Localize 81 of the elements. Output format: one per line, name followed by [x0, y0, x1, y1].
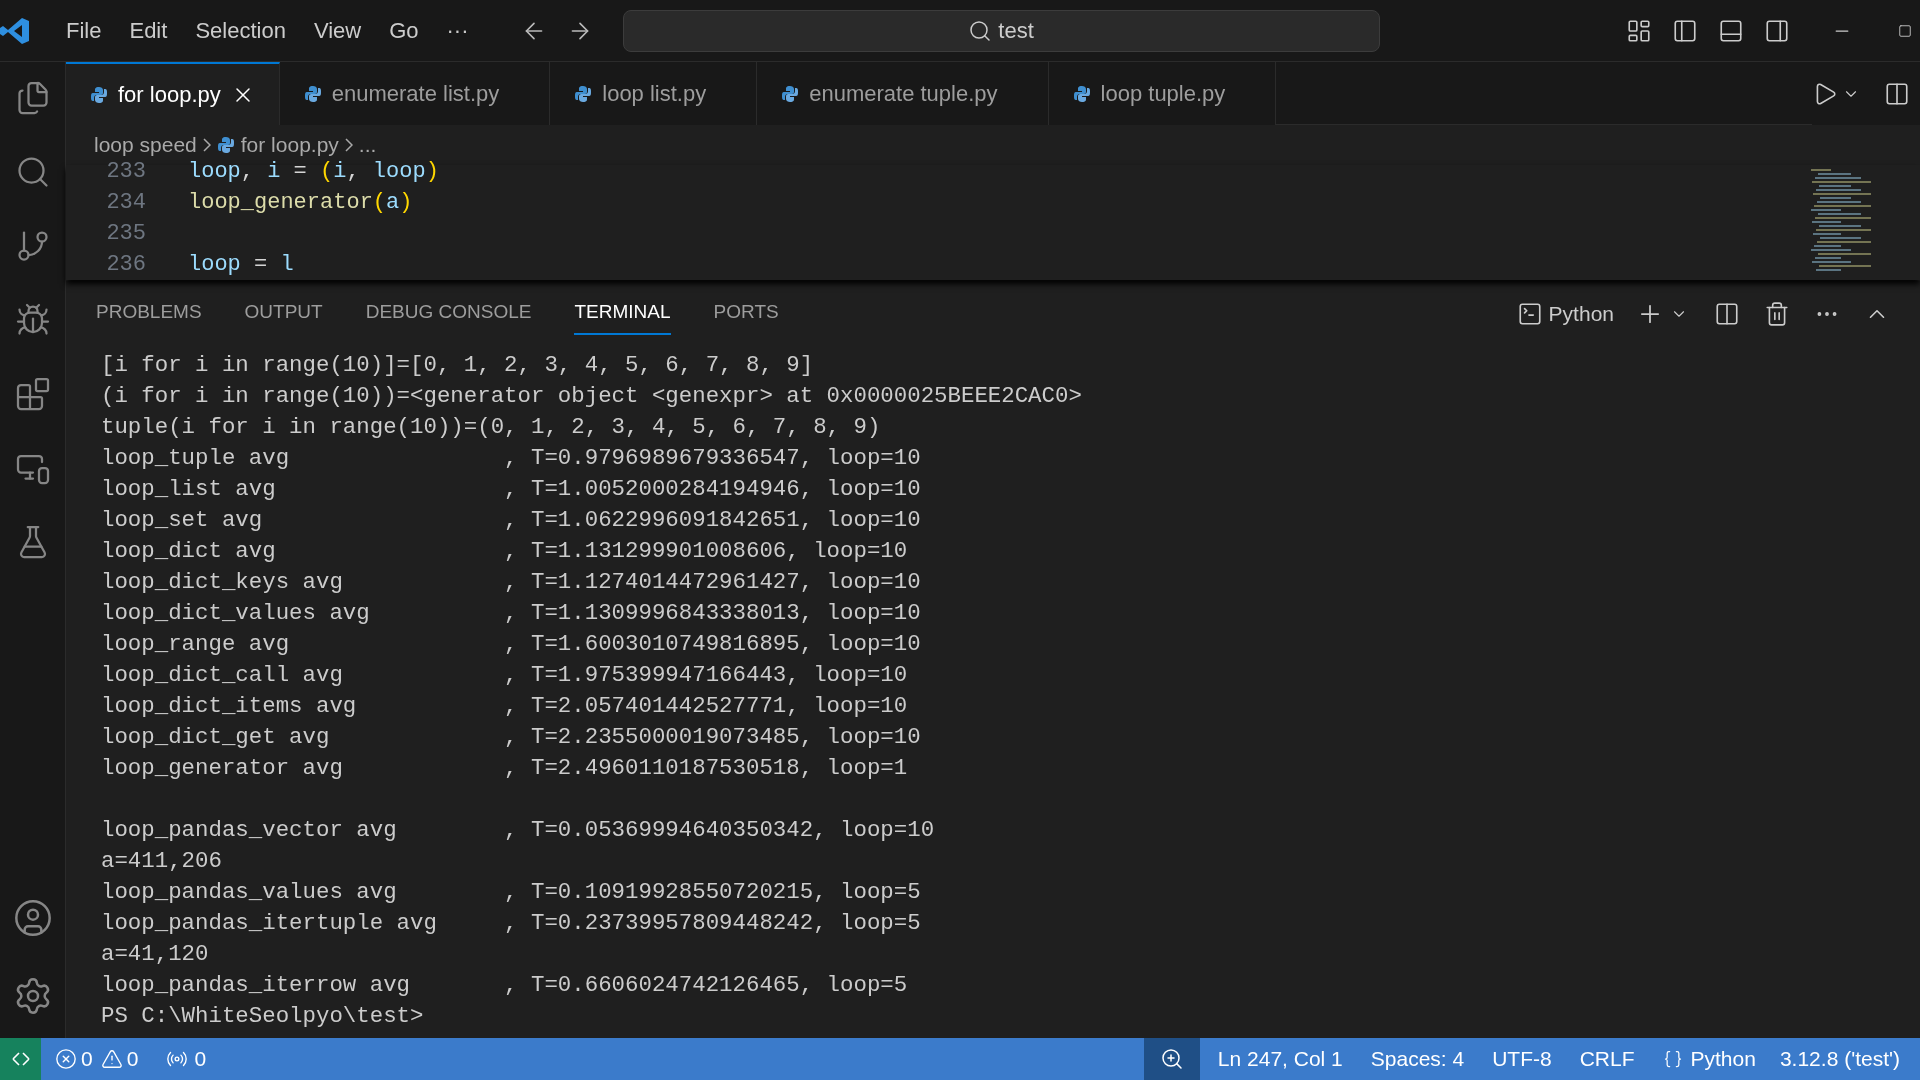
- panel-left-icon[interactable]: [1672, 17, 1698, 44]
- interpreter-status[interactable]: 3.12.8 ('test'): [1779, 1043, 1900, 1075]
- python-file-icon: [781, 84, 800, 103]
- editor-tab[interactable]: for loop.py: [66, 62, 280, 125]
- code-line: loop = l: [187, 251, 294, 279]
- run-debug-icon[interactable]: [14, 302, 51, 338]
- chevron-right-icon: [344, 138, 353, 152]
- breadcrumb-item[interactable]: ...: [358, 129, 377, 161]
- terminal-line: loop_dict_call avg , T=1.975399947166443, loop=10: [101, 661, 908, 690]
- panel-tab[interactable]: TERMINAL: [574, 292, 671, 335]
- terminal-line: loop_pandas_values avg , T=0.10919928550720215, loop=5: [101, 878, 921, 907]
- terminal-line: loop_tuple avg , T=0.9796989679336547, loop=10: [101, 444, 921, 473]
- terminal-line: tuple(i for i in range(10))=(0, 1, 2, 3, 4, 5, 6, 7, 8, 9): [101, 413, 881, 442]
- line-number: 234: [105, 189, 146, 217]
- encoding-status[interactable]: UTF-8: [1492, 1043, 1552, 1075]
- menu-item[interactable]: ···: [434, 14, 481, 47]
- account-icon[interactable]: [12, 898, 53, 938]
- search-field[interactable]: test: [622, 9, 1380, 52]
- panel-tab[interactable]: OUTPUT: [244, 292, 323, 335]
- code-line: loop_generator(a): [187, 189, 413, 217]
- line-number: 233: [105, 158, 146, 186]
- error-icon: [55, 1048, 77, 1070]
- panel-tab[interactable]: DEBUG CONSOLE: [365, 292, 532, 335]
- indentation-status[interactable]: Spaces: 4: [1370, 1043, 1465, 1075]
- terminal-line: (i for i in range(10))=<generator object <genexpr> at 0x0000025BEEE2CAC0>: [101, 382, 1082, 411]
- terminal-line: loop_range avg , T=1.6003010749816895, loop=10: [101, 630, 921, 659]
- cursor-position[interactable]: Ln 247, Col 1: [1217, 1043, 1343, 1075]
- braces-icon: [1662, 1049, 1683, 1069]
- remote-indicator[interactable]: [0, 1038, 41, 1080]
- panel-right-icon[interactable]: [1764, 17, 1790, 44]
- chevron-right-icon: [202, 138, 211, 152]
- restore-icon[interactable]: [1898, 23, 1912, 38]
- split-editor-icon[interactable]: [1884, 80, 1910, 107]
- code-line: loop, i = (i, loop): [187, 158, 439, 186]
- terminal-line: [i for i in range(10)]=[0, 1, 2, 3, 4, 5, 6, 7, 8, 9]: [101, 351, 814, 380]
- terminal-line: loop_dict_get avg , T=2.2355000019073485, loop=10: [101, 723, 921, 752]
- problems-status[interactable]: 0 0: [55, 1043, 139, 1075]
- line-number: 235: [105, 220, 146, 248]
- breadcrumb-item[interactable]: for loop.py: [240, 129, 339, 161]
- app-logo-icon: [0, 15, 30, 46]
- panel-bottom-icon[interactable]: [1718, 17, 1744, 44]
- menu-item[interactable]: Edit: [117, 14, 180, 47]
- python-file-icon: [1072, 84, 1091, 103]
- python-file-icon: [574, 84, 593, 103]
- terminal-line: loop_set avg , T=1.0622996091842651, loop=10: [101, 506, 921, 535]
- terminal-line: loop_pandas_iterrow avg , T=0.6606024742126465, loop=5: [101, 971, 908, 1000]
- ports-status[interactable]: 0: [166, 1043, 207, 1075]
- terminal-line: loop_dict_values avg , T=1.1309996843338013, loop=10: [101, 599, 921, 628]
- trash-icon[interactable]: [1764, 300, 1790, 327]
- terminal-line: a=411,206: [101, 847, 222, 876]
- menu-item[interactable]: Selection: [183, 14, 298, 47]
- search-icon: [968, 18, 993, 43]
- terminal-line: a=41,120: [101, 940, 209, 969]
- terminal-profile-button[interactable]: Python: [1516, 297, 1614, 330]
- line-number: 236: [105, 251, 146, 279]
- python-file-icon: [303, 84, 322, 103]
- zoom-icon: [1159, 1047, 1184, 1071]
- language-status[interactable]: Python: [1662, 1043, 1756, 1075]
- python-file-icon: [216, 136, 235, 154]
- terminal-icon: [1516, 300, 1543, 327]
- extensions-icon[interactable]: [14, 376, 51, 412]
- layout-icon[interactable]: [1626, 17, 1652, 44]
- terminal-line: loop_dict_items avg , T=2.057401442527771, loop=10: [101, 692, 908, 721]
- eol-status[interactable]: CRLF: [1579, 1043, 1635, 1075]
- menu-item[interactable]: View: [301, 14, 374, 47]
- breadcrumb-item[interactable]: loop speed: [94, 129, 197, 161]
- python-file-icon: [90, 85, 108, 104]
- terminal-line: loop_pandas_vector avg , T=0.05369994640350342, loop=10: [101, 816, 935, 845]
- terminal-line: loop_dict avg , T=1.131299901008606, loop=10: [101, 537, 908, 566]
- menu-item[interactable]: Go: [377, 14, 431, 47]
- split-terminal-icon[interactable]: [1714, 300, 1740, 327]
- panel-tab[interactable]: PROBLEMS: [96, 292, 202, 335]
- menu-item[interactable]: File: [54, 14, 114, 47]
- warning-icon: [100, 1048, 123, 1070]
- terminal-line: PS C:\WhiteSeolpyo\test>: [101, 1002, 424, 1031]
- terminal-line: loop_pandas_itertuple avg , T=0.23739957809448242, loop=5: [101, 909, 921, 938]
- terminal-line: loop_generator avg , T=2.4960110187530518, loop=1: [101, 754, 908, 783]
- zoom-button[interactable]: [1143, 1038, 1200, 1080]
- panel-tab[interactable]: PORTS: [713, 292, 779, 335]
- terminal-line: loop_list avg , T=1.0052000284194946, loop=10: [101, 475, 921, 504]
- terminal-line: loop_dict_keys avg , T=1.1274014472961427, loop=10: [101, 568, 921, 597]
